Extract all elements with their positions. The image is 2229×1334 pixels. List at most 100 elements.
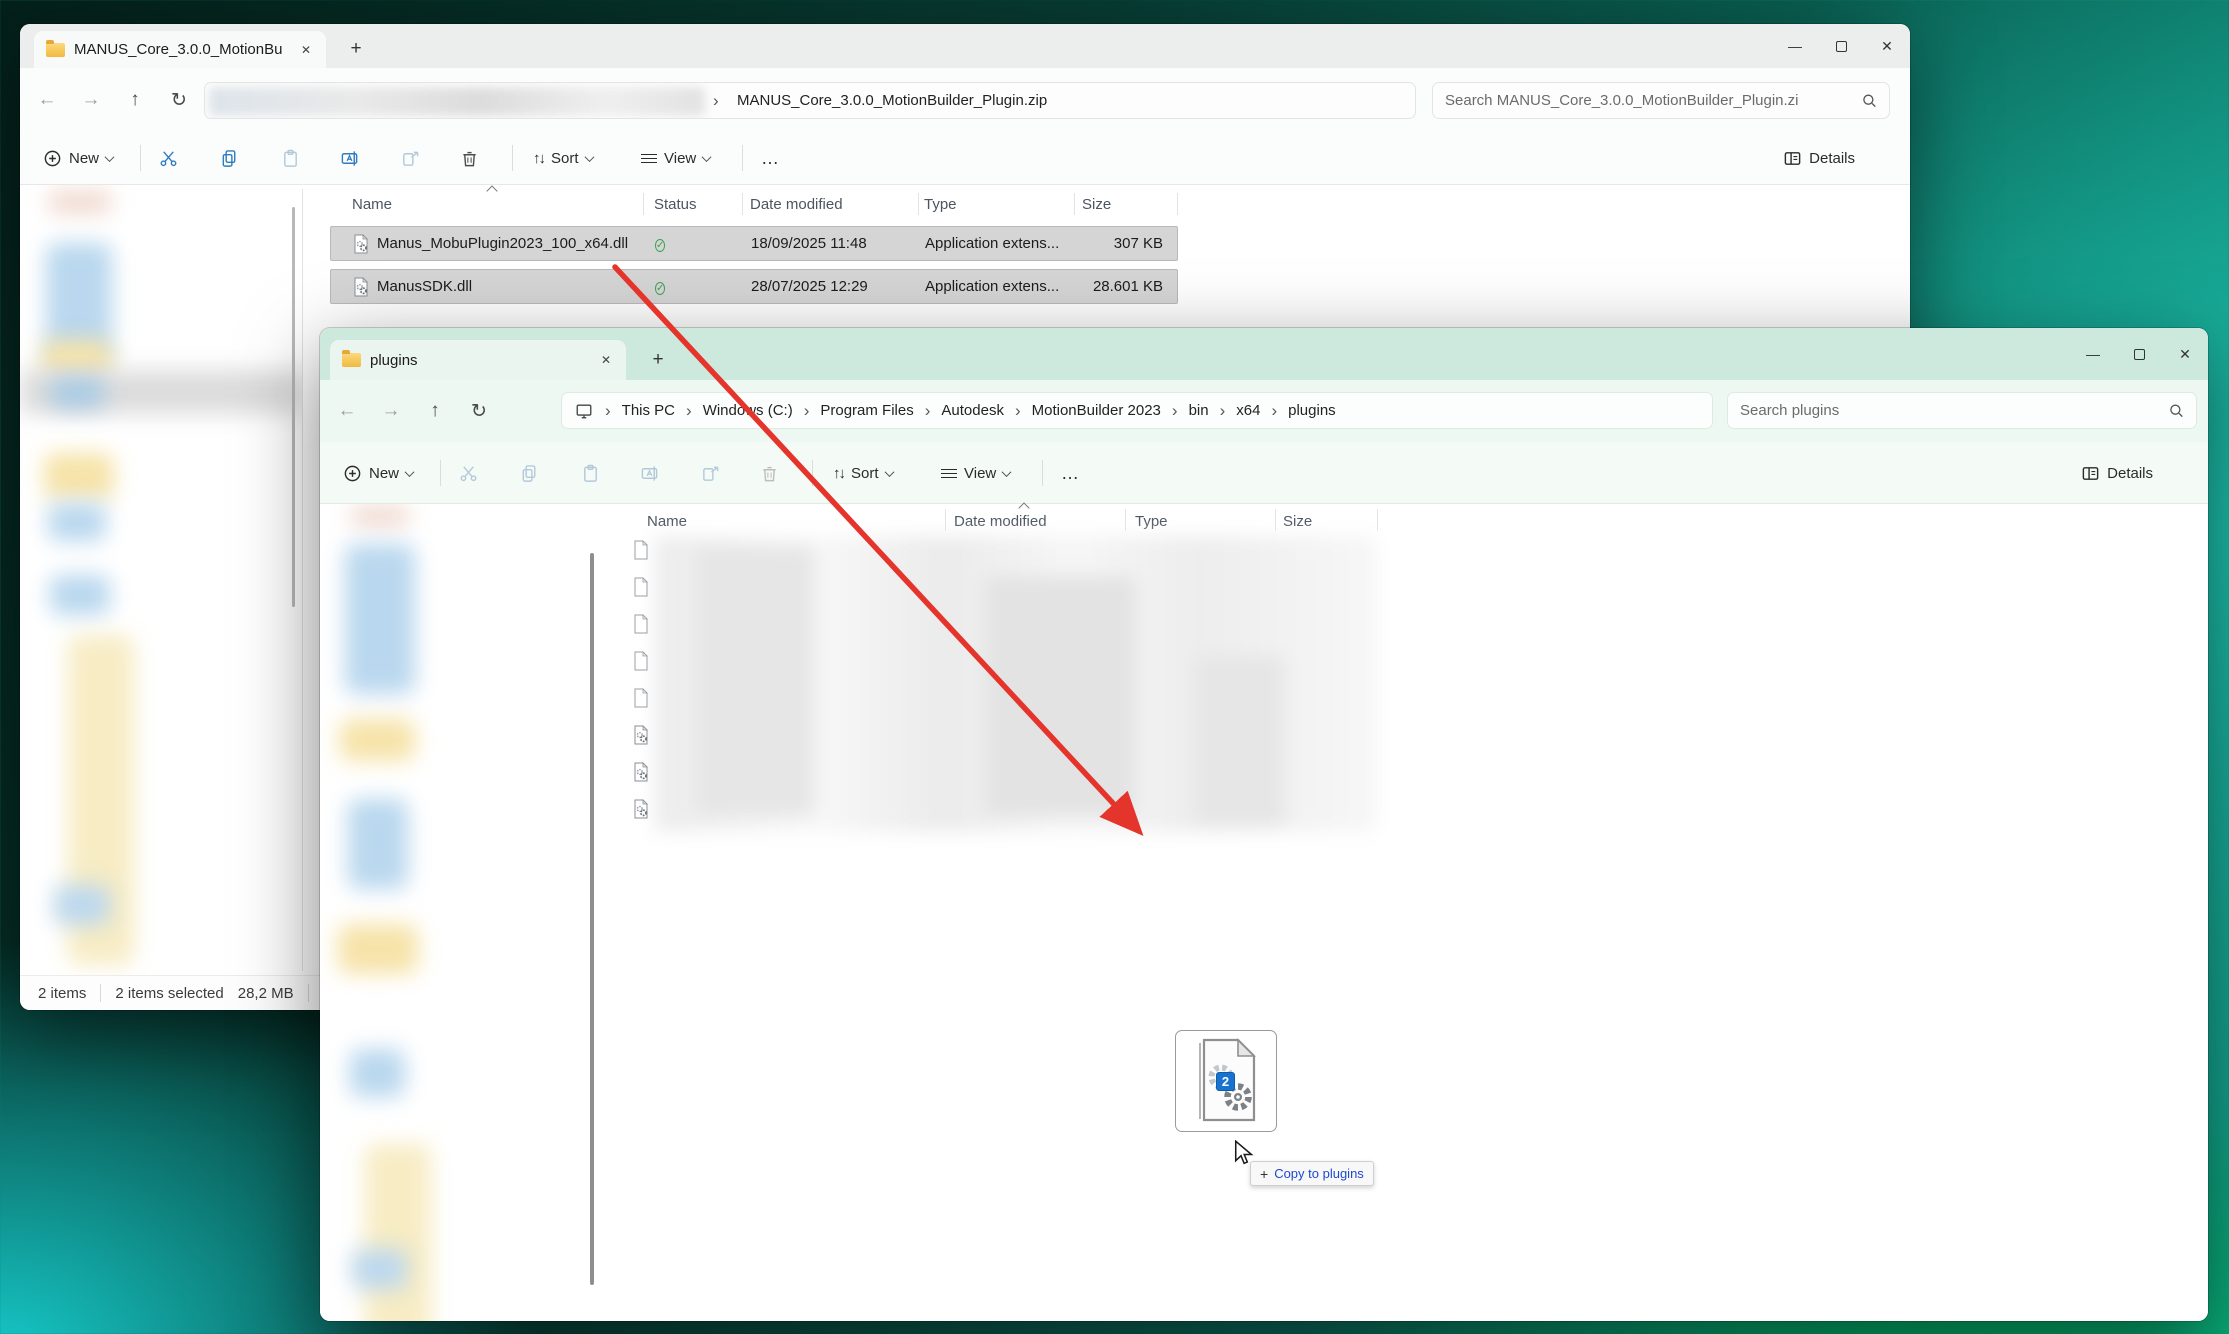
breadcrumb-bin[interactable]: bin xyxy=(1189,402,1209,419)
dll-file-icon[interactable] xyxy=(633,799,649,824)
column-header-size[interactable]: Size xyxy=(1082,196,1111,213)
forward-button[interactable]: → xyxy=(72,82,110,118)
paste-button[interactable] xyxy=(572,452,609,494)
minimize-button[interactable]: — xyxy=(2070,337,2116,371)
delete-button[interactable] xyxy=(451,138,488,178)
breadcrumb-x64[interactable]: x64 xyxy=(1236,402,1260,419)
tab-strip: MANUS_Core_3.0.0_MotionBu ✕ + — ✕ xyxy=(20,24,1910,68)
column-divider[interactable] xyxy=(742,193,743,215)
share-button[interactable] xyxy=(392,138,429,178)
plus-icon: + xyxy=(1260,1166,1268,1182)
breadcrumb-motionbuilder-2023[interactable]: MotionBuilder 2023 xyxy=(1032,402,1161,419)
back-button[interactable]: ← xyxy=(328,393,366,429)
minimize-button[interactable]: — xyxy=(1772,29,1818,63)
search-input[interactable] xyxy=(1740,402,2168,419)
sort-button[interactable]: ↑↓ Sort xyxy=(524,138,602,178)
column-divider[interactable] xyxy=(643,193,644,215)
address-bar[interactable]: › This PC › Windows (C:) › Program Files… xyxy=(561,392,1713,429)
sort-icon: ↑↓ xyxy=(533,150,544,167)
column-header-name[interactable]: Name xyxy=(647,513,687,530)
breadcrumb-plugins[interactable]: plugins xyxy=(1288,402,1336,419)
copy-button[interactable] xyxy=(211,138,248,178)
copy-button[interactable] xyxy=(511,452,548,494)
new-tab-button[interactable]: + xyxy=(644,346,672,374)
chevron-down-icon xyxy=(1002,467,1012,477)
new-label: New xyxy=(369,465,399,482)
file-row-manus-mobuplugin[interactable]: Manus_MobuPlugin2023_100_x64.dll ✓ 18/09… xyxy=(330,226,1178,261)
search-box[interactable] xyxy=(1727,392,2197,429)
document-file-icon[interactable] xyxy=(633,688,649,713)
column-header-type[interactable]: Type xyxy=(1135,513,1168,530)
more-button[interactable]: … xyxy=(752,138,789,178)
document-file-icon[interactable] xyxy=(633,651,649,676)
column-header-date[interactable]: Date modified xyxy=(954,513,1047,530)
column-header-status[interactable]: Status xyxy=(654,196,697,213)
refresh-button[interactable]: ↻ xyxy=(460,393,498,429)
breadcrumb-program-files[interactable]: Program Files xyxy=(820,402,913,419)
view-button[interactable]: View xyxy=(932,452,1019,494)
tab-plugins[interactable]: plugins ✕ xyxy=(330,340,626,380)
tab-close-icon[interactable]: ✕ xyxy=(596,351,616,369)
document-file-icon[interactable] xyxy=(633,577,649,602)
column-header-date[interactable]: Date modified xyxy=(750,196,843,213)
column-divider[interactable] xyxy=(1377,509,1378,531)
status-synced-icon: ✓ xyxy=(655,235,665,253)
paste-button[interactable] xyxy=(272,138,309,178)
details-pane-button[interactable]: Details xyxy=(2072,452,2162,494)
dll-file-icon[interactable] xyxy=(633,725,649,750)
search-icon xyxy=(2168,402,2184,419)
tab-close-icon[interactable]: ✕ xyxy=(296,41,316,59)
column-divider[interactable] xyxy=(1074,193,1075,215)
dll-file-icon[interactable] xyxy=(633,762,649,787)
document-file-icon[interactable] xyxy=(633,614,649,639)
close-button[interactable]: ✕ xyxy=(2162,337,2208,371)
breadcrumb-separator: › xyxy=(803,402,811,419)
breadcrumb-windows-c[interactable]: Windows (C:) xyxy=(703,402,793,419)
column-divider[interactable] xyxy=(945,509,946,531)
up-button[interactable]: ↑ xyxy=(116,82,154,118)
maximize-button[interactable] xyxy=(2116,337,2162,371)
new-button[interactable]: New xyxy=(34,138,122,178)
breadcrumb-zip[interactable]: MANUS_Core_3.0.0_MotionBuilder_Plugin.zi… xyxy=(737,92,1047,109)
tab-zip[interactable]: MANUS_Core_3.0.0_MotionBu ✕ xyxy=(34,31,326,68)
sidebar-scrollbar[interactable] xyxy=(590,553,594,1285)
close-button[interactable]: ✕ xyxy=(1864,29,1910,63)
file-row-manussdk[interactable]: ManusSDK.dll ✓ 28/07/2025 12:29 Applicat… xyxy=(330,269,1178,304)
search-input[interactable] xyxy=(1445,92,1861,109)
details-pane-button[interactable]: Details xyxy=(1774,138,1864,178)
cut-button[interactable] xyxy=(150,138,187,178)
sort-ascending-indicator xyxy=(486,185,497,196)
column-divider[interactable] xyxy=(918,193,919,215)
delete-button[interactable] xyxy=(751,452,788,494)
cut-button[interactable] xyxy=(450,452,487,494)
more-button[interactable]: … xyxy=(1052,452,1089,494)
search-box[interactable] xyxy=(1432,82,1890,119)
view-button[interactable]: View xyxy=(632,138,719,178)
window-controls: — ✕ xyxy=(1772,24,1910,68)
column-divider[interactable] xyxy=(1177,193,1178,215)
sidebar-scrollbar[interactable] xyxy=(292,207,295,607)
column-header-name[interactable]: Name xyxy=(352,196,392,213)
column-divider[interactable] xyxy=(1125,509,1126,531)
sort-button[interactable]: ↑↓ Sort xyxy=(824,452,902,494)
column-header-type[interactable]: Type xyxy=(924,196,957,213)
new-button[interactable]: New xyxy=(334,452,422,494)
address-bar[interactable]: › MANUS_Core_3.0.0_MotionBuilder_Plugin.… xyxy=(204,82,1416,119)
rename-button[interactable] xyxy=(631,452,668,494)
breadcrumb-separator: › xyxy=(1219,402,1227,419)
view-icon xyxy=(941,466,957,481)
rename-button[interactable] xyxy=(331,138,368,178)
share-button[interactable] xyxy=(692,452,729,494)
column-divider[interactable] xyxy=(1275,509,1276,531)
new-tab-button[interactable]: + xyxy=(342,35,370,63)
refresh-button[interactable]: ↻ xyxy=(160,82,198,118)
document-file-icon[interactable] xyxy=(633,540,649,565)
column-header-size[interactable]: Size xyxy=(1283,513,1312,530)
forward-button[interactable]: → xyxy=(372,393,410,429)
up-button[interactable]: ↑ xyxy=(416,393,454,429)
breadcrumb-autodesk[interactable]: Autodesk xyxy=(941,402,1004,419)
maximize-button[interactable] xyxy=(1818,29,1864,63)
back-button[interactable]: ← xyxy=(28,82,66,118)
file-date-cell: 18/09/2025 11:48 xyxy=(751,235,867,252)
breadcrumb-this-pc[interactable]: This PC xyxy=(622,402,675,419)
